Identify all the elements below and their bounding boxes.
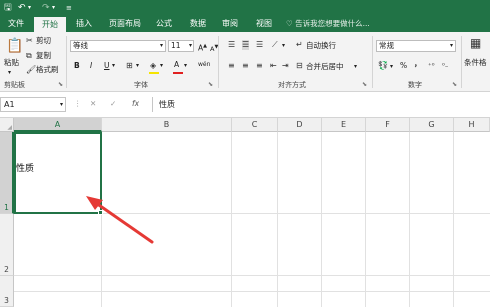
name-box-value: A1 [4,100,15,109]
quick-access-toolbar: 🖫 ↶ ▾ ↷ ▾ ≡ [0,0,490,16]
cut-button[interactable]: 剪切 [36,36,51,46]
paste-button[interactable]: 粘贴 [4,58,19,68]
divider [372,36,373,88]
font-name-value: 等线 [73,41,88,50]
tab-review[interactable]: 审阅 [216,16,244,32]
font-launcher-icon[interactable]: ⬊ [208,81,213,88]
wrap-text-button[interactable]: 自动换行 [306,41,336,51]
chevron-down-icon: ▾ [188,42,192,49]
align-top-icon[interactable]: ☰ [228,40,235,50]
bold-button[interactable]: B [74,61,80,71]
accounting-dropdown-icon[interactable]: ▾ [390,62,393,72]
enter-icon[interactable]: ✓ [110,99,116,109]
insert-function-button[interactable]: fx [132,99,139,109]
align-right-icon[interactable]: ≡ [256,61,263,71]
number-format-value: 常规 [379,41,394,50]
fill-color-dropdown-icon[interactable]: ▾ [160,61,163,71]
alignment-launcher-icon[interactable]: ⬊ [362,81,367,88]
comma-button[interactable]: ， [414,59,422,69]
underline-button[interactable]: U [104,61,110,71]
chevron-down-icon: ▾ [59,101,63,108]
format-painter-button[interactable]: 格式刷 [36,65,59,75]
number-launcher-icon[interactable]: ⬊ [452,81,457,88]
align-bottom-icon[interactable]: ☰ [256,40,263,50]
save-icon[interactable]: 🖫 [4,2,12,14]
font-group-label: 字体 [134,81,148,89]
formula-bar-splitter-icon[interactable]: ⋮ [74,99,82,109]
underline-dropdown-icon[interactable]: ▾ [112,61,115,71]
italic-button[interactable]: I [90,61,92,71]
borders-icon[interactable]: ⊞ [126,61,133,71]
decrease-decimal-icon[interactable]: ⁰₋ [442,61,449,71]
tab-data[interactable]: 数据 [184,16,212,32]
cancel-icon[interactable]: ✕ [90,99,96,109]
align-center-icon[interactable]: ≡ [242,61,249,71]
decrease-indent-icon[interactable]: ⇤ [270,61,277,71]
merge-dropdown-icon[interactable]: ▾ [354,62,357,72]
font-size-select[interactable]: 11 ▾ [168,40,194,52]
divider [461,36,462,88]
tab-home[interactable]: 开始 [34,17,66,32]
merge-center-button[interactable]: 合并后居中 [306,62,344,72]
format-painter-icon: 🖌 [26,65,37,74]
lightbulb-icon: ♡ [286,19,296,28]
annotation-arrow [86,196,154,244]
tell-me-search[interactable]: ♡ 告诉我您想要做什么... [286,16,370,32]
accounting-format-icon[interactable]: 💱 [378,61,388,71]
paste-icon[interactable]: 📋 [6,38,23,54]
percent-button[interactable]: % [400,61,407,71]
align-middle-icon[interactable]: ☰ [242,40,250,50]
cut-icon: ✂ [26,36,33,45]
divider [218,36,219,88]
copy-icon: ⧉ [26,51,32,60]
conditional-formatting-button[interactable]: 条件格 [464,58,487,68]
fill-color-swatch [149,72,159,74]
paste-dropdown-icon[interactable]: ▾ [8,68,11,78]
tab-insert[interactable]: 插入 [70,16,98,32]
clipboard-launcher-icon[interactable]: ⬊ [58,81,63,88]
orientation-dropdown-icon[interactable]: ▾ [282,41,285,51]
wrap-text-icon: ↵ [296,40,303,49]
font-color-button[interactable]: A [174,60,179,70]
ribbon: 📋 粘贴 ▾ ✂ 剪切 ⧉ 复制 🖌 格式刷 剪贴板 ⬊ 等线 ▾ 11 ▾ A▲ … [0,32,490,92]
font-size-value: 11 [171,41,181,50]
chevron-down-icon: ▾ [159,42,163,49]
orientation-icon[interactable]: ⟋ [272,40,278,50]
customize-icon[interactable]: ≡ [66,2,72,14]
font-color-dropdown-icon[interactable]: ▾ [184,61,187,71]
increase-decimal-icon[interactable]: ⁺⁰ [428,61,435,71]
fill-color-icon[interactable]: ◈ [150,61,156,71]
chevron-down-icon: ▾ [449,42,453,49]
ribbon-tabs: 文件 开始 插入 页面布局 公式 数据 审阅 视图 ♡ 告诉我您想要做什么... [0,16,490,32]
undo-dropdown-icon[interactable]: ▾ [28,2,31,14]
redo-dropdown-icon[interactable]: ▾ [52,2,55,14]
grow-font-button[interactable]: A▲ [198,41,207,54]
clipboard-group-label: 剪贴板 [4,81,25,89]
number-format-select[interactable]: 常规 ▾ [376,40,456,52]
tab-view[interactable]: 视图 [250,16,278,32]
formula-input[interactable]: 性质 [152,97,490,112]
worksheet-grid[interactable]: ◢ A B C D E F G H 1 2 3 性质 [0,118,490,307]
phonetic-button[interactable]: wén [198,60,210,70]
tab-page-layout[interactable]: 页面布局 [104,16,146,32]
font-name-select[interactable]: 等线 ▾ [70,40,166,52]
alignment-group-label: 对齐方式 [278,81,306,89]
arrow-shaft [94,201,154,244]
borders-dropdown-icon[interactable]: ▾ [136,61,139,71]
increase-indent-icon[interactable]: ⇥ [282,61,289,71]
merge-center-icon: ⊟ [296,61,303,70]
undo-icon[interactable]: ↶ [18,2,26,14]
conditional-formatting-icon: ▦ [470,36,482,50]
formula-bar: A1 ▾ ⋮ ✕ ✓ fx 性质 [0,92,490,118]
tab-file[interactable]: 文件 [2,16,30,32]
tab-formulas[interactable]: 公式 [150,16,178,32]
redo-icon[interactable]: ↷ [42,2,50,14]
tell-me-text: 告诉我您想要做什么... [295,19,370,28]
font-color-swatch [173,72,183,74]
divider [66,36,67,88]
align-left-icon[interactable]: ≡ [228,61,235,71]
number-group-label: 数字 [408,81,422,89]
name-box[interactable]: A1 ▾ [0,97,66,112]
copy-button[interactable]: 复制 [36,51,51,61]
